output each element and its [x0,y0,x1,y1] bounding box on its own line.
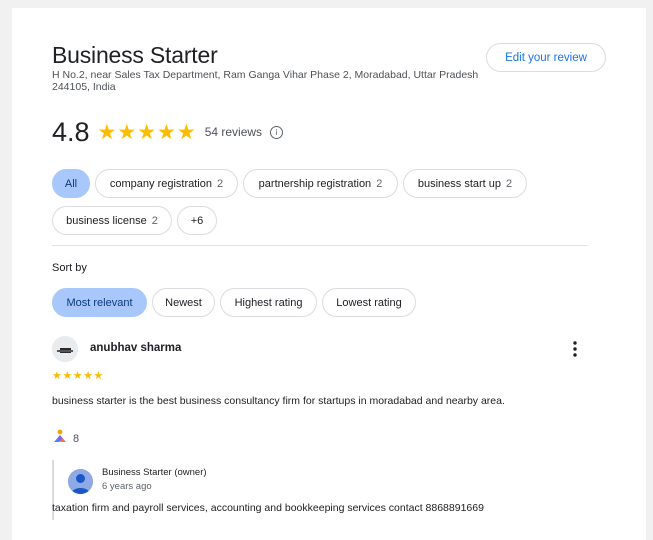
topic-chip-count: 2 [376,177,383,190]
topic-chip-company-registration[interactable]: company registration 2 [95,169,238,198]
sort-lowest-rating[interactable]: Lowest rating [322,288,416,317]
reviewer-name[interactable]: anubhav sharma [90,342,181,354]
avatar-image [52,336,78,362]
sort-option-label: Highest rating [234,296,303,309]
owner-reply-time: 6 years ago [102,481,152,492]
review-stars: ★★★★★ [52,370,104,382]
topic-chip-count: 2 [506,177,513,190]
thumbs-up-icon[interactable] [52,428,68,449]
topic-chip-label: partnership registration [258,177,372,190]
edit-review-button[interactable]: Edit your review [486,43,606,72]
rating-summary: 4.8 ★★★★★ 54 reviews i [52,114,284,150]
avatar[interactable] [52,336,78,362]
sort-option-label: Most relevant [66,296,133,309]
topic-chip-more[interactable]: +6 [177,206,217,235]
sort-most-relevant[interactable]: Most relevant [52,288,147,317]
sort-newest[interactable]: Newest [152,288,215,317]
review-text: business starter is the best business co… [52,395,505,407]
topic-chip-label: +6 [190,214,204,227]
rating-stars: ★★★★★ [97,120,197,144]
like-count: 8 [73,432,80,445]
more-vert-icon[interactable] [568,340,582,358]
topic-chip-business-start-up[interactable]: business start up 2 [403,169,527,198]
sort-option-label: Lowest rating [336,296,402,309]
owner-reply-author: Business Starter (owner) [102,467,207,478]
topic-chip-count: 2 [151,214,158,227]
topic-chip-all[interactable]: All [52,169,90,198]
topic-chip-label: business start up [417,177,502,190]
like-row: 8 [52,428,79,449]
topic-chip-label: All [64,177,78,190]
topic-chip-count: 2 [216,177,224,190]
sort-highest-rating[interactable]: Highest rating [220,288,317,317]
topic-chip-partnership-registration[interactable]: partnership registration 2 [243,169,398,198]
reviews-panel: Business Starter H No.2, near Sales Tax … [12,8,646,540]
sort-by-label: Sort by [52,262,87,274]
sort-option-label: Newest [165,296,202,309]
review-count: 54 reviews [204,125,263,139]
topic-chip-business-license[interactable]: business license 2 [52,206,172,235]
business-name: Business Starter [52,42,218,68]
divider [52,245,587,246]
business-address: H No.2, near Sales Tax Department, Ram G… [52,69,479,93]
rating-value: 4.8 [52,116,90,147]
owner-avatar [68,469,93,494]
topic-chip-label: business license [66,214,147,227]
info-icon[interactable]: i [270,125,284,139]
topic-chip-label: company registration [109,177,212,190]
owner-reply-text: taxation firm and payroll services, acco… [52,502,484,514]
